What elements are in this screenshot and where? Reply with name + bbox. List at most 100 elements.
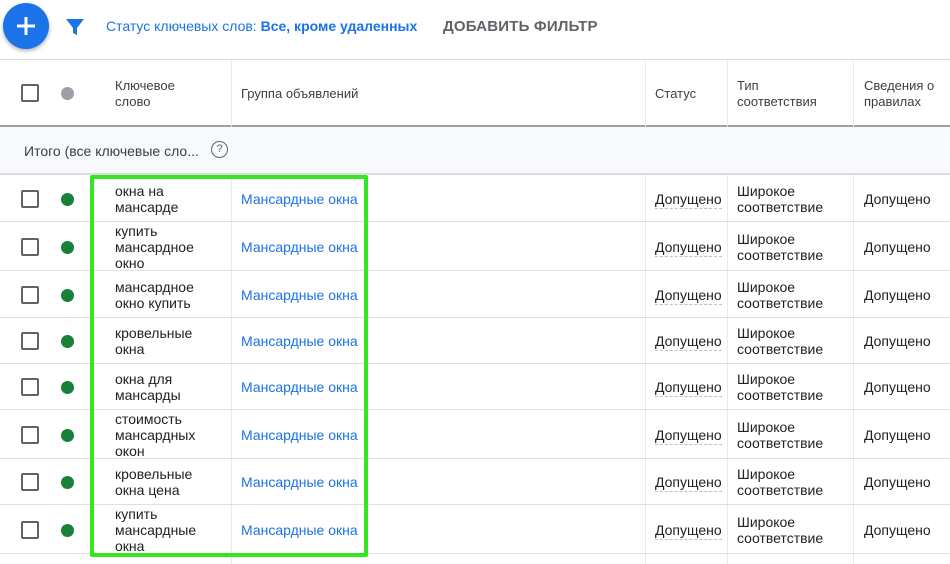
status-cell[interactable]: Допущено xyxy=(655,239,722,257)
match-type-line: Широкое xyxy=(737,513,796,530)
match-type-cell: Широкое соответствие xyxy=(737,514,823,546)
match-type-line: Широкое xyxy=(737,325,796,341)
enabled-status-dot[interactable] xyxy=(61,523,74,537)
row-checkbox[interactable] xyxy=(21,332,39,350)
status-cell[interactable]: Допущено xyxy=(655,474,722,492)
filter-funnel-icon[interactable] xyxy=(64,16,86,38)
column-header-keyword[interactable]: Ключевое слово xyxy=(115,78,175,110)
match-type-cell: Широкое соответствие xyxy=(737,371,823,403)
keyword-line: мансардные xyxy=(115,521,197,538)
keyword-line: окно xyxy=(115,254,145,271)
row-checkbox[interactable] xyxy=(21,520,39,539)
row-checkbox[interactable] xyxy=(21,425,39,444)
enabled-status-dot[interactable] xyxy=(61,381,74,394)
match-type-line: Широкое xyxy=(737,466,796,482)
match-type-line: соответствие xyxy=(737,294,824,311)
policy-cell: Допущено xyxy=(864,474,931,490)
column-header-policy-line2: правилах xyxy=(864,94,921,109)
keyword-cell[interactable]: кровельные окна цена xyxy=(115,466,225,498)
policy-cell: Допущено xyxy=(864,191,931,207)
ad-group-link[interactable]: Мансардные окна xyxy=(241,287,358,303)
table-row: стоимость мансардных окон Мансардные окна До… xyxy=(0,410,950,459)
match-type-line: соответствие xyxy=(737,341,824,357)
help-icon[interactable]: ? xyxy=(211,141,228,158)
keyword-line: мансардное xyxy=(115,278,194,295)
column-header-policy-line1: Сведения о xyxy=(864,78,935,93)
keyword-line: мансардное xyxy=(115,238,194,255)
ad-group-link[interactable]: Мансардные окна xyxy=(241,191,358,207)
table-row: купить мансардные окна Мансардные окна Допущ… xyxy=(0,505,950,554)
column-header-ad-group[interactable]: Группа объявлений xyxy=(241,86,358,102)
keyword-status-filter-chip[interactable]: Статус ключевых слов: Все, кроме удаленн… xyxy=(106,18,417,34)
keyword-line: купить xyxy=(115,222,158,239)
keyword-line: окна xyxy=(115,341,145,357)
keyword-line: кровельные xyxy=(115,466,193,482)
status-cell[interactable]: Допущено xyxy=(655,427,722,445)
keyword-line: мансарде xyxy=(115,199,179,215)
row-checkbox[interactable] xyxy=(21,285,39,304)
match-type-line: Широкое xyxy=(737,230,796,247)
table-header: Ключевое слово Группа объявлений Статус … xyxy=(0,59,950,127)
select-all-checkbox[interactable] xyxy=(21,84,39,102)
keyword-cell[interactable]: купить мансардное окно xyxy=(115,223,225,271)
table-row: купить мансардное окно Мансардные окна Допущ… xyxy=(0,222,950,271)
table-row: кровельные окна Мансардные окна Допущено Шир… xyxy=(0,318,950,364)
keyword-line: купить xyxy=(115,505,158,522)
table-row: кровельные окна цена Мансардные окна Допуще… xyxy=(0,459,950,505)
enabled-status-dot[interactable] xyxy=(61,288,74,302)
keyword-cell[interactable]: окна для мансарды xyxy=(115,371,225,403)
column-header-keyword-line1: Ключевое xyxy=(115,78,175,93)
keyword-cell[interactable]: мансардное окно купить xyxy=(115,279,225,311)
keyword-cell[interactable]: кровельные окна xyxy=(115,325,225,357)
add-button[interactable] xyxy=(3,3,49,49)
table-row: окна на мансарде Мансардные окна Допущено Ши… xyxy=(0,176,950,222)
add-filter-button[interactable]: ДОБАВИТЬ ФИЛЬТР xyxy=(443,18,598,35)
match-type-cell: Широкое соответствие xyxy=(737,419,823,451)
row-checkbox[interactable] xyxy=(21,237,39,256)
keyword-line: окна на xyxy=(115,183,164,199)
match-type-cell: Широкое соответствие xyxy=(737,183,823,215)
enabled-status-dot[interactable] xyxy=(61,476,74,489)
keyword-line: мансарды xyxy=(115,387,181,403)
match-type-line: соответствие xyxy=(737,246,824,263)
match-type-cell: Широкое соответствие xyxy=(737,325,823,357)
total-row: Итого (все ключевые сло... ? xyxy=(0,127,950,175)
enabled-status-dot[interactable] xyxy=(61,193,74,206)
enabled-status-dot[interactable] xyxy=(61,428,74,442)
row-checkbox[interactable] xyxy=(21,190,39,208)
keyword-line: окна цена xyxy=(115,482,180,498)
status-cell[interactable]: Допущено xyxy=(655,287,722,305)
row-checkbox[interactable] xyxy=(21,378,39,396)
keyword-line: окна для xyxy=(115,371,173,387)
match-type-cell: Широкое соответствие xyxy=(737,279,823,311)
ad-group-link[interactable]: Мансардные окна xyxy=(241,239,358,255)
match-type-line: соответствие xyxy=(737,199,824,215)
keyword-cell[interactable]: купить мансардные окна xyxy=(115,506,225,554)
match-type-line: соответствие xyxy=(737,529,824,546)
row-checkbox[interactable] xyxy=(21,473,39,491)
match-type-cell: Широкое соответствие xyxy=(737,231,823,263)
ad-group-link[interactable]: Мансардные окна xyxy=(241,474,358,490)
keyword-cell[interactable]: окна на мансарде xyxy=(115,183,225,215)
column-header-status[interactable]: Статус xyxy=(655,86,696,102)
keyword-cell[interactable]: стоимость мансардных окон xyxy=(115,411,225,459)
column-header-match-type-line2: соответствия xyxy=(737,94,817,109)
status-cell[interactable]: Допущено xyxy=(655,191,722,209)
enabled-status-dot[interactable] xyxy=(61,335,74,348)
ad-group-link[interactable]: Мансардные окна xyxy=(241,379,358,395)
ad-group-link[interactable]: Мансардные окна xyxy=(241,427,358,443)
match-type-line: Широкое xyxy=(737,371,796,387)
column-header-match-type[interactable]: Тип соответствия xyxy=(737,78,817,110)
status-cell[interactable]: Допущено xyxy=(655,522,722,540)
ad-group-link[interactable]: Мансардные окна xyxy=(241,333,358,349)
status-cell[interactable]: Допущено xyxy=(655,379,722,397)
status-cell[interactable]: Допущено xyxy=(655,333,722,351)
column-header-match-type-line1: Тип xyxy=(737,78,759,93)
column-header-policy[interactable]: Сведения о правилах xyxy=(864,78,934,110)
policy-cell: Допущено xyxy=(864,379,931,395)
table-row: окна для мансарды Мансардные окна Допущено Ш… xyxy=(0,364,950,410)
ad-group-link[interactable]: Мансардные окна xyxy=(241,522,358,538)
enabled-status-dot[interactable] xyxy=(61,240,74,254)
policy-cell: Допущено xyxy=(864,238,931,255)
status-filter-dot[interactable] xyxy=(61,87,74,100)
